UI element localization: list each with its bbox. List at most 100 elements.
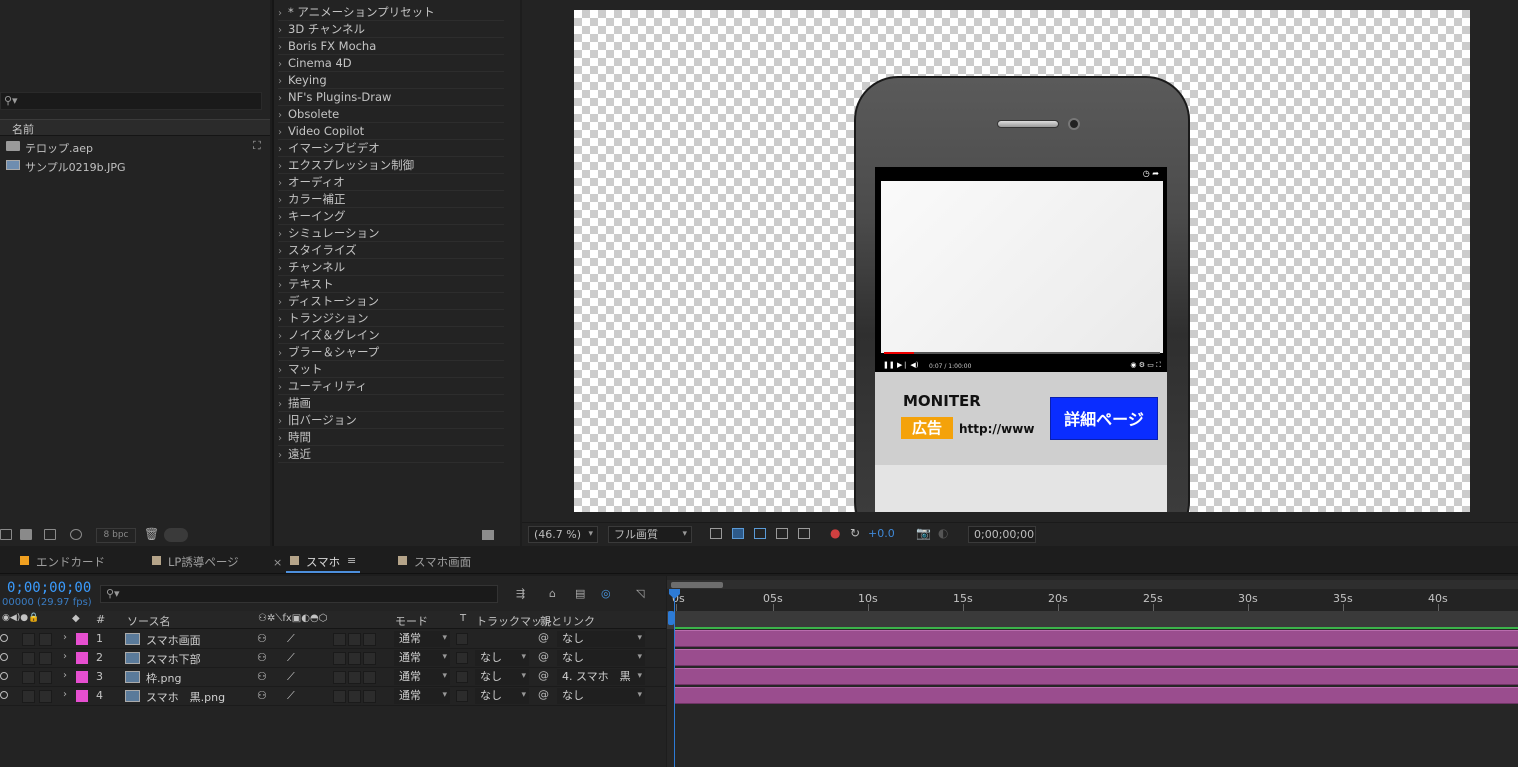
- quality-switch-icon[interactable]: ⟋: [287, 651, 295, 665]
- effect-category[interactable]: › シミュレーション: [278, 225, 504, 242]
- comp-flowchart-icon[interactable]: ⇶: [516, 587, 530, 600]
- project-item-jpg[interactable]: サンプル0219b.JPG: [0, 157, 250, 175]
- preserve-transparency-toggle[interactable]: [456, 671, 468, 683]
- frame-blending-icon[interactable]: ▤: [575, 587, 589, 600]
- switches-icon[interactable]: ⚇✲⟍fx▣◐◓⬡: [258, 613, 327, 624]
- mode-column[interactable]: モード: [395, 613, 428, 629]
- pick-whip-icon[interactable]: @: [538, 688, 549, 701]
- effect-category[interactable]: › テキスト: [278, 276, 504, 293]
- parent-select[interactable]: なし ▾: [557, 650, 645, 666]
- pick-whip-icon[interactable]: @: [538, 631, 549, 644]
- layer-source-name[interactable]: スマホ下部: [146, 651, 201, 667]
- shy-switch-icon[interactable]: ⚇: [257, 670, 267, 683]
- lock-toggle[interactable]: [39, 633, 52, 646]
- audio-toggle[interactable]: [22, 690, 35, 703]
- visibility-eye-icon[interactable]: [0, 653, 8, 661]
- audio-toggle[interactable]: [22, 671, 35, 684]
- effect-category[interactable]: › チャンネル: [278, 259, 504, 276]
- frame-blend-switch[interactable]: [348, 690, 361, 703]
- project-item-aep[interactable]: テロップ.aep: [0, 138, 250, 156]
- source-name-column[interactable]: ソース名: [127, 613, 170, 629]
- effect-category[interactable]: › ユーティリティ: [278, 378, 504, 395]
- lock-toggle[interactable]: [39, 690, 52, 703]
- layer-row[interactable]: › 2 スマホ下部 ⚇ ⟋ 通常 ▾ なし ▾ @ なし ▾: [0, 649, 666, 668]
- effect-category[interactable]: › ブラー＆シャープ: [278, 344, 504, 361]
- new-item-icon[interactable]: [482, 530, 494, 540]
- effect-category[interactable]: › ノイズ＆グレイン: [278, 327, 504, 344]
- lock-toggle[interactable]: [39, 671, 52, 684]
- audio-toggle[interactable]: [22, 652, 35, 665]
- timeline-timecode[interactable]: 0;00;00;00: [7, 580, 91, 596]
- effect-category[interactable]: › ディストーション: [278, 293, 504, 310]
- visibility-eye-icon[interactable]: [0, 672, 8, 680]
- composition-canvas[interactable]: ◷ ➦ ❚❚ ▶❘ ◀) 0:07 / 1:00:00 ◉ ⚙ ▭ ⛶ MONI…: [574, 10, 1470, 512]
- effect-switch[interactable]: [333, 633, 346, 646]
- effect-category[interactable]: › * アニメーションプリセット: [278, 4, 504, 21]
- track-matte-select[interactable]: なし ▾: [475, 650, 529, 666]
- motion-blur-switch[interactable]: [363, 671, 376, 684]
- quality-switch-icon[interactable]: ⟋: [287, 670, 295, 684]
- label-color-swatch[interactable]: [76, 671, 88, 683]
- snapshot-icon[interactable]: 📷: [916, 526, 931, 540]
- effect-switch[interactable]: [333, 690, 346, 703]
- effect-category[interactable]: › キーイング: [278, 208, 504, 225]
- graph-editor-icon[interactable]: ◹: [636, 587, 650, 600]
- blend-mode-select[interactable]: 通常 ▾: [394, 669, 450, 685]
- exposure-value[interactable]: +0.0: [868, 527, 895, 540]
- trash-icon[interactable]: 🗑: [144, 527, 159, 541]
- fast-preview-icon[interactable]: [710, 528, 722, 539]
- time-ruler[interactable]: [667, 589, 1518, 611]
- layer-row[interactable]: › 1 スマホ画面 ⚇ ⟋ 通常 ▾ @ なし ▾: [0, 630, 666, 649]
- shy-switch-icon[interactable]: ⚇: [257, 651, 267, 664]
- tab-menu-icon[interactable]: ≡: [347, 554, 356, 567]
- pick-whip-icon[interactable]: @: [538, 650, 549, 663]
- close-tab-icon[interactable]: ×: [273, 556, 282, 569]
- parent-select[interactable]: 4. スマホ 黒 ▾: [557, 669, 645, 685]
- tab-smartphone-screen[interactable]: スマホ画面: [398, 554, 471, 570]
- effect-switch[interactable]: [333, 652, 346, 665]
- number-column[interactable]: #: [96, 613, 105, 626]
- mask-visibility-icon[interactable]: [754, 528, 766, 539]
- region-of-interest-icon[interactable]: [776, 528, 788, 539]
- new-folder-icon[interactable]: [20, 529, 32, 540]
- parent-select[interactable]: なし ▾: [557, 688, 645, 704]
- label-color-swatch[interactable]: [76, 633, 88, 645]
- effect-category[interactable]: › 3D チャンネル: [278, 21, 504, 38]
- effect-category[interactable]: › オーディオ: [278, 174, 504, 191]
- layer-row[interactable]: › 4 スマホ 黒.png ⚇ ⟋ 通常 ▾ なし ▾ @ なし ▾: [0, 687, 666, 706]
- motion-blur-switch[interactable]: [363, 690, 376, 703]
- layer-duration-bar[interactable]: [675, 668, 1518, 685]
- track-matte-select[interactable]: なし ▾: [475, 669, 529, 685]
- quality-select[interactable]: フル画質 ▾: [608, 526, 692, 543]
- zoom-select[interactable]: (46.7 %) ▾: [528, 526, 598, 543]
- show-snapshot-icon[interactable]: ◐: [938, 526, 948, 540]
- tab-endcard[interactable]: エンドカード: [20, 554, 105, 570]
- effect-category[interactable]: › エクスプレッション制御: [278, 157, 504, 174]
- visibility-eye-icon[interactable]: [0, 691, 8, 699]
- work-area-bar[interactable]: [671, 582, 723, 588]
- bpc-button[interactable]: 8 bpc: [96, 528, 136, 543]
- transparency-grid-icon[interactable]: [732, 528, 744, 539]
- layer-duration-bar[interactable]: [675, 630, 1518, 647]
- frame-blend-switch[interactable]: [348, 652, 361, 665]
- effect-category[interactable]: › マット: [278, 361, 504, 378]
- track-matte-select[interactable]: なし ▾: [475, 688, 529, 704]
- label-color-swatch[interactable]: [76, 652, 88, 664]
- effect-category[interactable]: › Boris FX Mocha: [278, 38, 504, 55]
- viewer-timecode[interactable]: 0;00;00;00: [968, 526, 1036, 543]
- label-column-icon[interactable]: ◆: [72, 613, 80, 624]
- av-switches-icon[interactable]: ◉◀)●🔒: [2, 613, 39, 623]
- effect-category[interactable]: › Keying: [278, 72, 504, 89]
- effect-category[interactable]: › トランジション: [278, 310, 504, 327]
- shy-switch-icon[interactable]: ⚇: [257, 689, 267, 702]
- preserve-transparency-toggle[interactable]: [456, 690, 468, 702]
- quality-switch-icon[interactable]: ⟋: [287, 632, 295, 646]
- new-composition-icon[interactable]: [44, 529, 56, 540]
- lock-toggle[interactable]: [39, 652, 52, 665]
- timeline-search-input[interactable]: ⚲▾: [100, 585, 498, 603]
- frame-blend-switch[interactable]: [348, 633, 361, 646]
- twirl-chevron-icon[interactable]: ›: [63, 670, 67, 681]
- t-column[interactable]: T: [460, 613, 466, 624]
- effect-category[interactable]: › Cinema 4D: [278, 55, 504, 72]
- adjustment-icon[interactable]: [70, 529, 82, 540]
